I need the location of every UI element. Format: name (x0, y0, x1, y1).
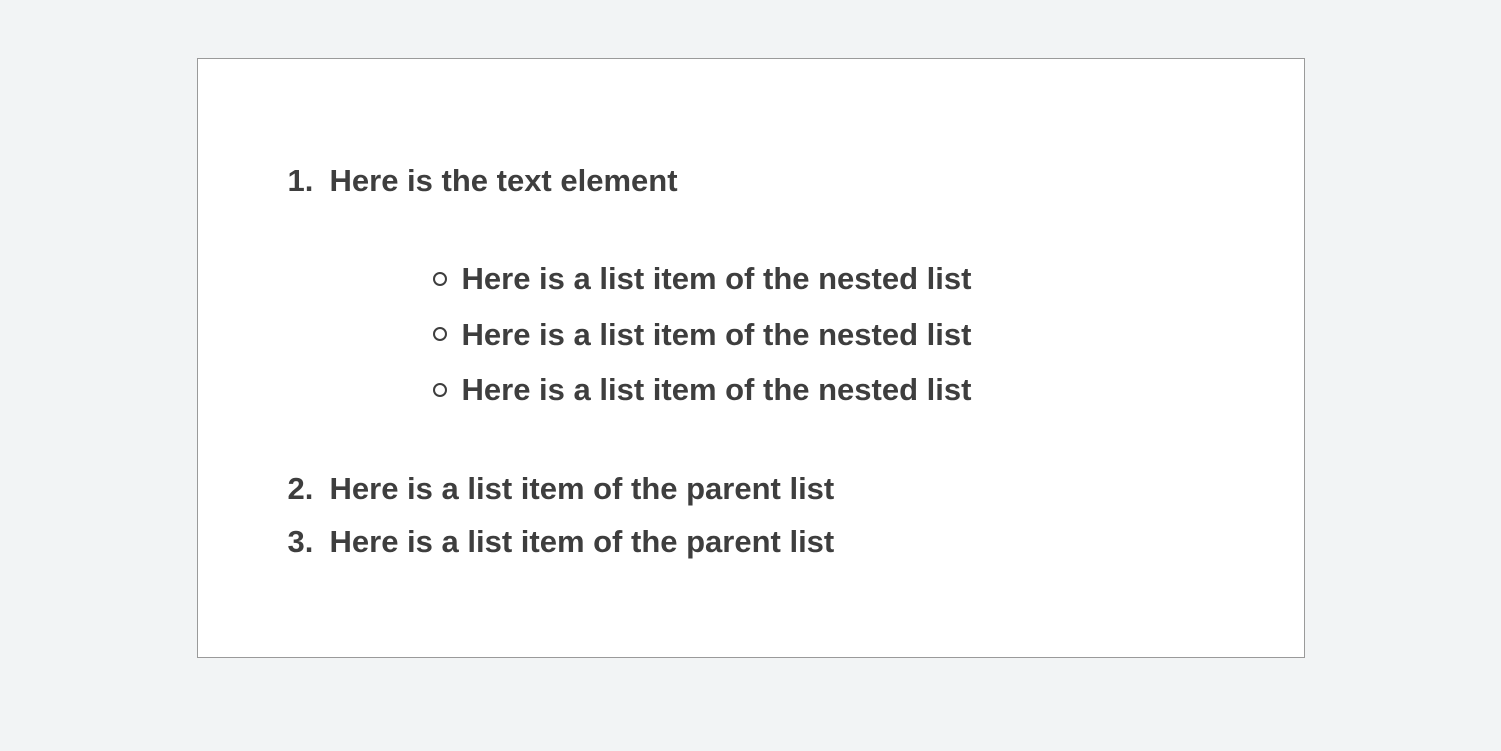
list-item: Here is a list item of the nested list (433, 368, 1214, 411)
list-item: 3. Here is a list item of the parent lis… (288, 520, 1214, 563)
parent-ordered-list: 1. Here is the text element Here is a li… (288, 159, 1214, 563)
list-number: 2. (288, 467, 318, 510)
circle-bullet-icon (433, 327, 447, 341)
circle-bullet-icon (433, 383, 447, 397)
list-item: Here is a list item of the nested list (433, 257, 1214, 300)
list-item: Here is a list item of the nested list (433, 313, 1214, 356)
circle-bullet-icon (433, 272, 447, 286)
list-item-text: Here is a list item of the parent list (330, 520, 835, 563)
list-number: 3. (288, 520, 318, 563)
list-item-text: Here is a list item of the nested list (462, 257, 972, 300)
list-item-text: Here is the text element (330, 159, 678, 202)
list-item-text: Here is a list item of the parent list (330, 467, 835, 510)
list-item: 2. Here is a list item of the parent lis… (288, 467, 1214, 510)
nested-unordered-list: Here is a list item of the nested list H… (433, 257, 1214, 411)
list-item-text: Here is a list item of the nested list (462, 313, 972, 356)
list-item-text: Here is a list item of the nested list (462, 368, 972, 411)
document-container: 1. Here is the text element Here is a li… (197, 58, 1305, 658)
list-item: 1. Here is the text element (288, 159, 1214, 202)
list-number: 1. (288, 159, 318, 202)
